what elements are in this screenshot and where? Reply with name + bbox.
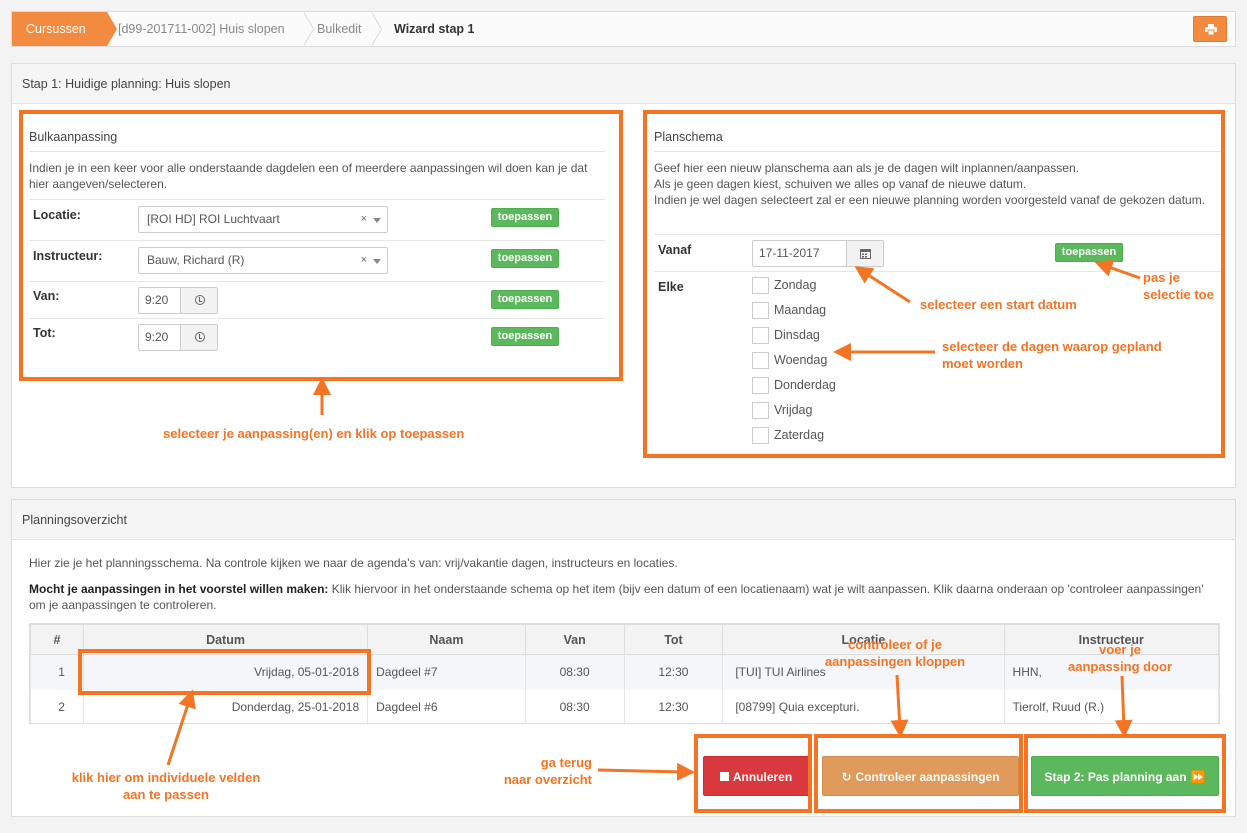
cell-num: 1 bbox=[30, 654, 84, 690]
column-header[interactable]: Naam bbox=[367, 624, 526, 655]
column-header[interactable]: Tot bbox=[623, 624, 724, 655]
breadcrumb-course[interactable]: [d99-201711-002] Huis slopen bbox=[118, 12, 285, 46]
cell-tot[interactable]: 12:30 bbox=[623, 654, 724, 690]
annotation-box-cancel bbox=[694, 734, 812, 813]
annotation-box-bulk bbox=[19, 110, 623, 381]
breadcrumb-bulkedit[interactable]: Bulkedit bbox=[317, 12, 361, 46]
cell-naam[interactable]: Dagdeel #6 bbox=[367, 689, 526, 723]
breadcrumb-separator bbox=[371, 12, 384, 46]
cell-locatie[interactable]: [08799] Quia excepturi. bbox=[722, 689, 1005, 723]
overview-intro: Hier zie je het planningsschema. Na cont… bbox=[29, 556, 678, 570]
annotation-edit: klik hier om individuele velden aan te p… bbox=[71, 770, 261, 802]
annotation-box-check bbox=[814, 734, 1023, 813]
cell-num: 2 bbox=[30, 689, 84, 723]
overview-bold: Mocht je aanpassingen in het voorstel wi… bbox=[29, 582, 329, 596]
cell-tot[interactable]: 12:30 bbox=[623, 689, 724, 723]
print-button[interactable] bbox=[1193, 16, 1227, 42]
annotation-days: selecteer de dagen waarop gepland moet w… bbox=[942, 339, 1162, 371]
breadcrumb-current: Wizard stap 1 bbox=[394, 22, 475, 36]
cell-van[interactable]: 08:30 bbox=[524, 689, 625, 723]
annotation-box-next bbox=[1024, 734, 1226, 813]
annotation-bulk: selecteer je aanpassing(en) en klik op t… bbox=[163, 426, 465, 441]
breadcrumb-home[interactable]: Cursussen bbox=[12, 12, 117, 46]
cell-van[interactable]: 08:30 bbox=[524, 654, 625, 690]
column-header[interactable]: # bbox=[30, 624, 84, 655]
overview-instructions: Mocht je aanpassingen in het voorstel wi… bbox=[29, 581, 1219, 613]
annotation-box-datum bbox=[78, 649, 371, 695]
cell-naam[interactable]: Dagdeel #7 bbox=[367, 654, 526, 690]
overview-title: Planningsoverzicht bbox=[12, 500, 1235, 540]
cell-instructeur[interactable]: Tierolf, Ruud (R.) bbox=[1003, 689, 1219, 723]
breadcrumb-bar: Cursussen [d99-201711-002] Huis slopen B… bbox=[11, 11, 1236, 47]
print-icon bbox=[1205, 24, 1217, 35]
column-header[interactable]: Van bbox=[524, 624, 625, 655]
annotation-check: controleer of je aanpassingen kloppen bbox=[824, 637, 966, 669]
annotation-start-date: selecteer een start datum bbox=[920, 297, 1077, 312]
annotation-run: voer je aanpassing door bbox=[1067, 642, 1173, 674]
breadcrumb-separator bbox=[303, 12, 316, 46]
annotation-back: ga terug naar overzicht bbox=[503, 755, 592, 787]
annotation-box-planschema bbox=[643, 110, 1225, 458]
annotation-apply: pas je selectie toe bbox=[1143, 270, 1214, 302]
step-panel-title: Stap 1: Huidige planning: Huis slopen bbox=[12, 64, 1235, 104]
